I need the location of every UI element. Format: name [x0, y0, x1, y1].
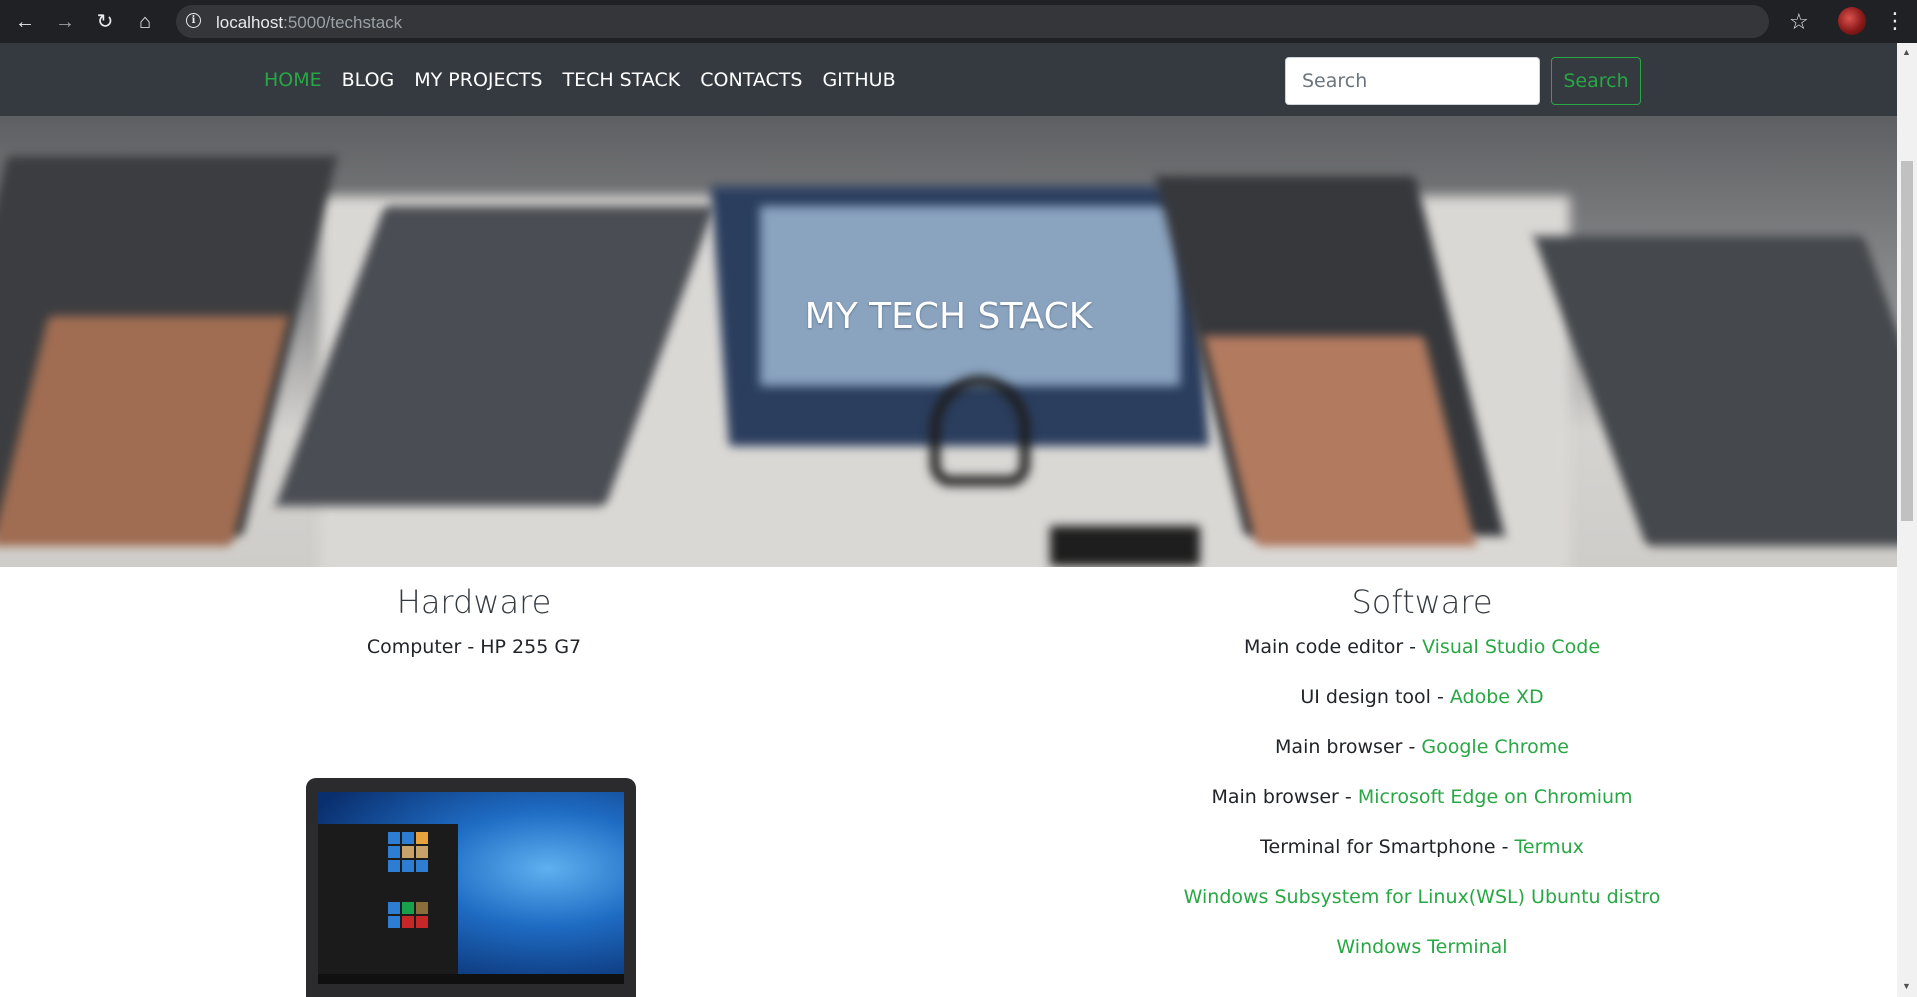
- avatar[interactable]: [1838, 7, 1866, 35]
- nav-link-contacts[interactable]: CONTACTS: [700, 69, 802, 91]
- software-item: UI design tool - Adobe XD: [1300, 686, 1544, 708]
- info-icon[interactable]: i: [186, 13, 201, 28]
- software-link-wsl[interactable]: Windows Subsystem for Linux(WSL) Ubuntu …: [1184, 886, 1661, 908]
- start-tile: [416, 846, 428, 858]
- hardware-item: Computer - HP 255 G7: [366, 636, 582, 658]
- software-item: Main browser - Microsoft Edge on Chromiu…: [1211, 786, 1633, 808]
- start-tile: [416, 860, 428, 872]
- site-navbar: HOME BLOG MY PROJECTS TECH STACK CONTACT…: [0, 43, 1897, 116]
- nav-link-tech-stack[interactable]: TECH STACK: [562, 69, 680, 91]
- software-item-label: Terminal for Smartphone: [1260, 836, 1496, 858]
- address-bar[interactable]: i localhost:5000/techstack: [176, 5, 1769, 38]
- nav-link-home[interactable]: HOME: [264, 69, 322, 91]
- start-tile: [388, 860, 400, 872]
- scroll-down-icon[interactable]: ▼: [1902, 981, 1911, 991]
- software-item: Main code editor - Visual Studio Code: [1243, 636, 1601, 658]
- start-tile: [416, 832, 428, 844]
- start-tile: [402, 916, 414, 928]
- software-item-label: UI design tool: [1300, 686, 1431, 708]
- nav-link-blog[interactable]: BLOG: [342, 69, 395, 91]
- url-text[interactable]: localhost:5000/techstack: [216, 13, 402, 33]
- hardware-item-value: HP 255 G7: [480, 636, 582, 658]
- reload-icon[interactable]: ↻: [92, 9, 118, 35]
- start-tile: [388, 846, 400, 858]
- software-item-label: Main code editor: [1243, 636, 1404, 658]
- software-column: Software Main code editor - Visual Studi…: [948, 567, 1896, 981]
- software-item-label: Main browser: [1211, 786, 1339, 808]
- scroll-up-icon[interactable]: ▲: [1902, 47, 1911, 57]
- software-item: Terminal for Smartphone - Termux: [1260, 836, 1584, 858]
- software-title: Software: [1351, 583, 1493, 621]
- software-item: Windows Terminal: [948, 931, 1896, 981]
- start-tile: [402, 846, 414, 858]
- hero-decor-headphones: [930, 376, 1030, 486]
- hardware-title: Hardware: [396, 583, 552, 621]
- software-item: Windows Subsystem for Linux(WSL) Ubuntu …: [948, 881, 1896, 931]
- hardware-item-label: Computer: [366, 636, 462, 658]
- start-tile: [388, 902, 400, 914]
- content-area: Hardware Computer - HP 255 G7 Software M…: [0, 567, 1897, 997]
- search-button[interactable]: Search: [1551, 57, 1641, 105]
- home-icon[interactable]: ⌂: [132, 9, 158, 35]
- star-icon[interactable]: ☆: [1789, 9, 1809, 35]
- hero-decor-keyboard: [1050, 526, 1200, 566]
- browser-toolbar: ← → ↻ ⌂ i localhost:5000/techstack ☆ ⋮: [0, 0, 1917, 43]
- hardware-column: Hardware Computer - HP 255 G7: [0, 567, 948, 681]
- software-item-label: Main browser: [1275, 736, 1403, 758]
- laptop-screen: [318, 792, 624, 984]
- more-menu-icon[interactable]: ⋮: [1884, 8, 1906, 34]
- start-tile: [402, 902, 414, 914]
- software-link-windows-terminal[interactable]: Windows Terminal: [1336, 936, 1507, 958]
- software-link-chrome[interactable]: Google Chrome: [1421, 736, 1569, 758]
- nav-links: HOME BLOG MY PROJECTS TECH STACK CONTACT…: [264, 43, 916, 116]
- start-tile: [388, 832, 400, 844]
- scrollbar-thumb[interactable]: [1901, 161, 1913, 521]
- start-tile: [416, 916, 428, 928]
- software-link-vscode[interactable]: Visual Studio Code: [1422, 636, 1600, 658]
- software-item: Main browser - Google Chrome: [1275, 736, 1569, 758]
- hero-banner: MY TECH STACK: [0, 116, 1897, 567]
- start-tile: [402, 832, 414, 844]
- back-icon[interactable]: ←: [12, 9, 38, 35]
- software-link-adobe-xd[interactable]: Adobe XD: [1450, 686, 1544, 708]
- search-input[interactable]: [1285, 57, 1540, 105]
- nav-link-my-projects[interactable]: MY PROJECTS: [414, 69, 542, 91]
- start-tile: [402, 860, 414, 872]
- page-title: MY TECH STACK: [804, 296, 1093, 337]
- url-host: localhost: [216, 13, 284, 32]
- nav-link-github[interactable]: GITHUB: [822, 69, 895, 91]
- taskbar: [318, 974, 624, 984]
- forward-icon[interactable]: →: [52, 9, 78, 35]
- software-link-edge[interactable]: Microsoft Edge on Chromium: [1358, 786, 1633, 808]
- url-path: :5000/techstack: [283, 13, 403, 32]
- page-scrollbar[interactable]: ▲ ▼: [1897, 43, 1917, 997]
- software-link-termux[interactable]: Termux: [1515, 836, 1584, 858]
- start-tile: [388, 916, 400, 928]
- laptop-image: [306, 778, 636, 997]
- start-tile: [416, 902, 428, 914]
